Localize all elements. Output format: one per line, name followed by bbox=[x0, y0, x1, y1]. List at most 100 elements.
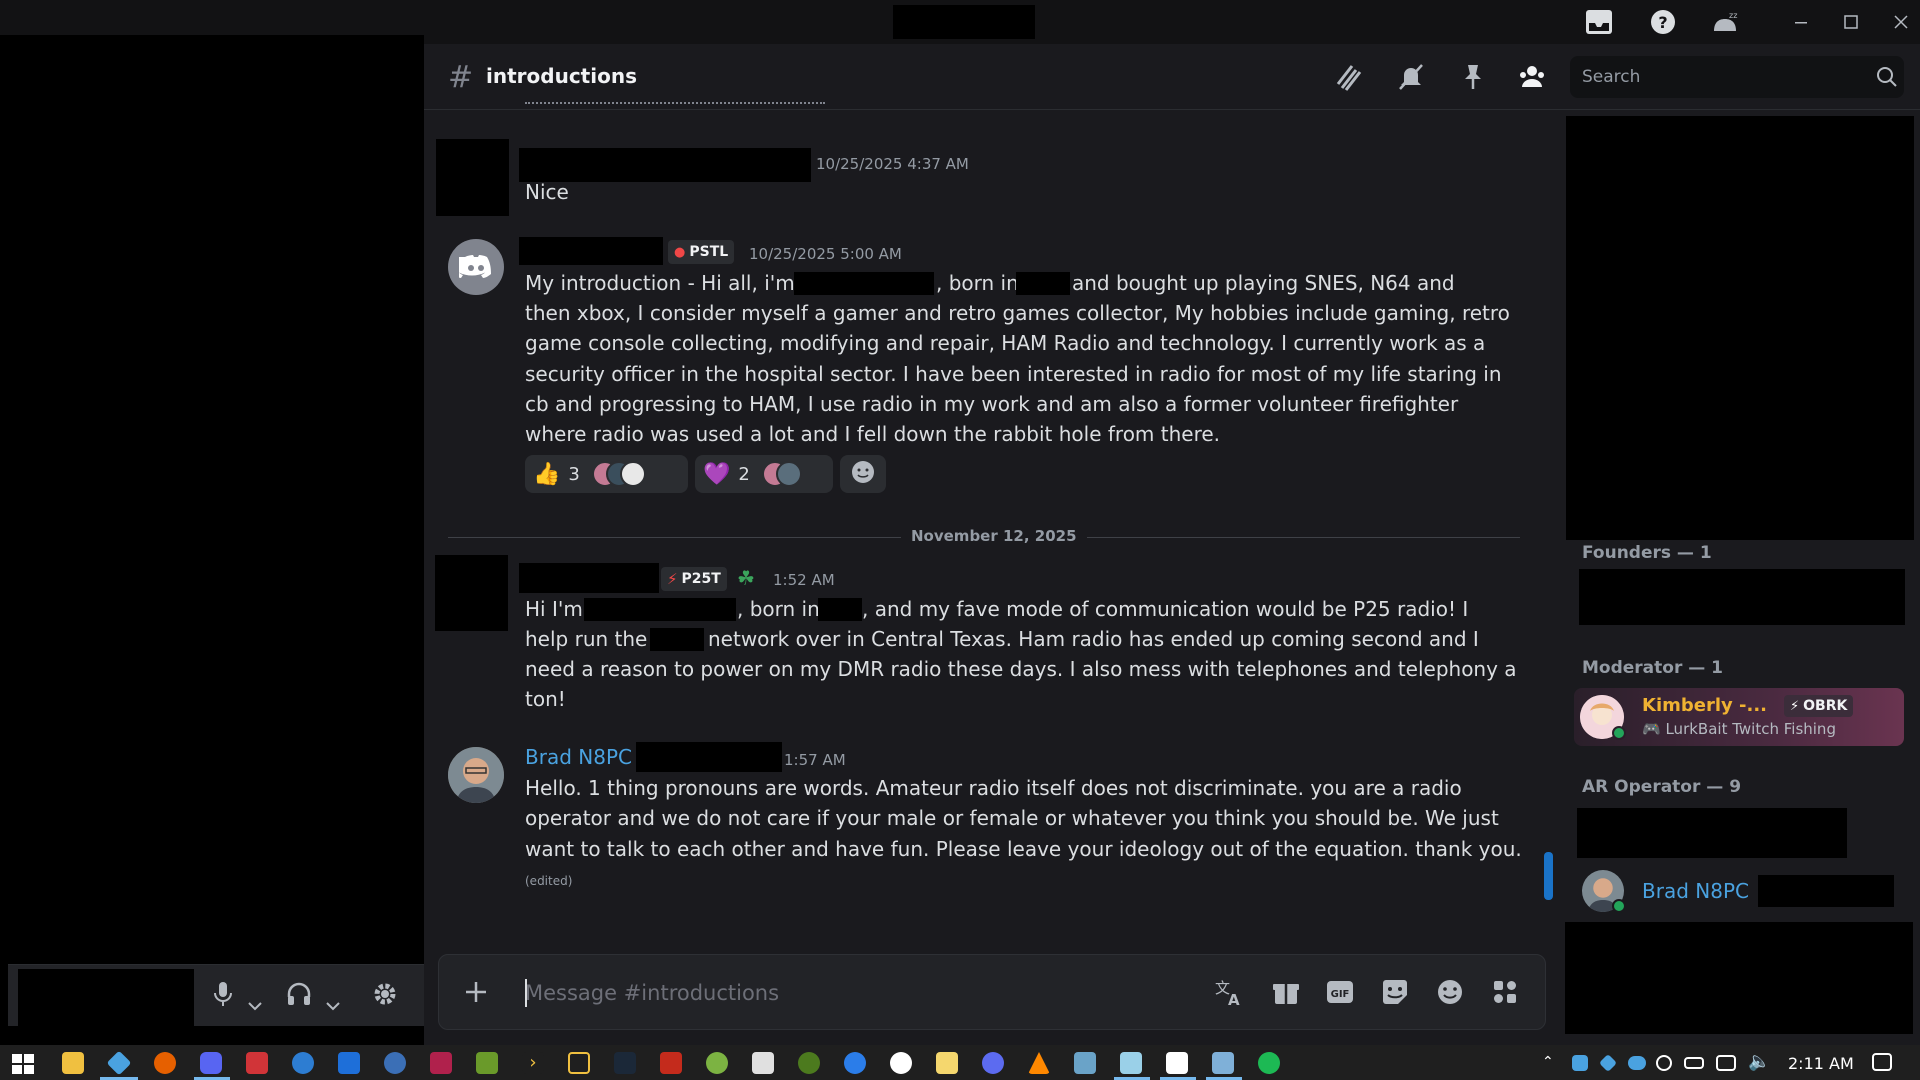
qbittorrent-icon[interactable] bbox=[384, 1052, 406, 1074]
onedrive-icon[interactable] bbox=[1628, 1056, 1646, 1070]
member-redacted[interactable] bbox=[1579, 569, 1905, 625]
purple-heart-icon: 💜 bbox=[703, 461, 731, 487]
message-line: then xbox, I consider myself a gamer and… bbox=[525, 301, 1510, 325]
gamepad-icon: 🎮 bbox=[1642, 720, 1661, 738]
member-list-icon[interactable] bbox=[1517, 62, 1547, 92]
location-redacted bbox=[1016, 272, 1070, 295]
app-icon-blue-round[interactable] bbox=[292, 1052, 314, 1074]
online-status-icon bbox=[1612, 726, 1626, 740]
mic-chevron-down-icon[interactable] bbox=[248, 989, 262, 1017]
close-icon[interactable] bbox=[1886, 8, 1916, 36]
user-avatar[interactable] bbox=[448, 747, 504, 803]
threads-icon[interactable] bbox=[1334, 62, 1364, 92]
settings-gear-icon[interactable] bbox=[372, 981, 398, 1013]
scrollbar-thumb[interactable] bbox=[1544, 852, 1553, 900]
app-icon-green[interactable] bbox=[476, 1052, 498, 1074]
app-icon-crimson[interactable] bbox=[430, 1052, 452, 1074]
reaction-purple-heart[interactable]: 💜 2 bbox=[695, 455, 833, 493]
terminal-chevron-icon[interactable]: › bbox=[522, 1052, 544, 1074]
app-icon-red[interactable] bbox=[246, 1052, 268, 1074]
discord-default-avatar-icon[interactable] bbox=[448, 239, 504, 295]
vpn-app-icon[interactable] bbox=[106, 1050, 132, 1076]
member-redacted[interactable] bbox=[1577, 808, 1847, 858]
guild-tag-badge[interactable]: ⚡ P25T bbox=[661, 567, 727, 591]
emoji-icon[interactable] bbox=[1433, 975, 1467, 1009]
message-line: cb and progressing to HAM, I use radio i… bbox=[525, 392, 1459, 416]
app-icon-lime[interactable] bbox=[706, 1052, 728, 1074]
message-input[interactable] bbox=[525, 977, 1125, 1009]
member-guild-tag-label: OBRK bbox=[1803, 698, 1848, 714]
reaction-thumbs-up[interactable]: 👍 3 bbox=[525, 455, 688, 493]
app-icon-indigo[interactable] bbox=[982, 1052, 1004, 1074]
quests-icon[interactable]: zz bbox=[1710, 8, 1740, 36]
svg-text:A: A bbox=[1228, 991, 1240, 1009]
windows-taskbar: › ⌃ 🔈 2:11 AM bbox=[0, 1045, 1920, 1080]
add-reaction-button[interactable] bbox=[840, 455, 886, 493]
tray-app-icon[interactable] bbox=[1572, 1055, 1588, 1071]
tray-chevron-up-icon[interactable]: ⌃ bbox=[1542, 1054, 1554, 1070]
app-icon-blue[interactable] bbox=[338, 1052, 360, 1074]
apps-icon[interactable] bbox=[1488, 975, 1522, 1009]
guild-tag-badge[interactable]: ● PSTL bbox=[668, 240, 735, 264]
app-icon-meta[interactable] bbox=[660, 1052, 682, 1074]
headphones-icon[interactable] bbox=[286, 981, 312, 1013]
app-icon-xbox[interactable] bbox=[798, 1052, 820, 1074]
date-divider-label: November 12, 2025 bbox=[901, 527, 1087, 545]
tray-sync-icon[interactable] bbox=[1656, 1055, 1672, 1071]
author-redacted[interactable] bbox=[519, 563, 659, 593]
scrollbar-track[interactable] bbox=[1543, 110, 1553, 950]
firefox-icon[interactable] bbox=[154, 1052, 176, 1074]
notification-muted-icon[interactable] bbox=[1396, 62, 1426, 92]
author-redacted[interactable] bbox=[519, 237, 663, 265]
message-line: game console collecting, modifying and r… bbox=[525, 331, 1486, 355]
clover-badge-icon[interactable]: ☘ bbox=[737, 566, 755, 590]
message-timestamp: 10/25/2025 4:37 AM bbox=[816, 155, 969, 173]
app-icon-circle-blue[interactable] bbox=[844, 1052, 866, 1074]
role-header-founders: Founders — 1 bbox=[1582, 543, 1712, 563]
avatar-redacted[interactable] bbox=[436, 139, 509, 216]
author-name[interactable]: Brad N8PC bbox=[525, 745, 632, 769]
message-line: Hello. 1 thing pronouns are words. Amate… bbox=[525, 776, 1462, 800]
message-line: security officer in the hospital sector.… bbox=[525, 362, 1502, 386]
microphone-icon[interactable] bbox=[212, 981, 234, 1013]
guild-tag-label: P25T bbox=[681, 571, 721, 587]
pin-icon[interactable] bbox=[1457, 62, 1487, 92]
file-explorer-icon[interactable] bbox=[62, 1052, 84, 1074]
maximize-icon[interactable] bbox=[1836, 8, 1866, 36]
app-icon-white[interactable] bbox=[752, 1052, 774, 1074]
search-box[interactable] bbox=[1570, 56, 1904, 98]
taskbar-clock[interactable]: 2:11 AM bbox=[1788, 1054, 1854, 1073]
help-icon[interactable]: ? bbox=[1648, 8, 1678, 36]
vlc-icon[interactable] bbox=[1028, 1052, 1050, 1074]
member-item-moderator[interactable]: Kimberly -... ⚡ OBRK 🎮 LurkBait Twitch F… bbox=[1574, 688, 1904, 746]
inbox-icon[interactable] bbox=[1584, 8, 1614, 36]
tray-vpn-icon[interactable] bbox=[1598, 1053, 1618, 1073]
translate-icon[interactable]: 文A bbox=[1213, 975, 1247, 1009]
avatar-redacted[interactable] bbox=[435, 555, 508, 631]
sticker-icon[interactable] bbox=[1378, 975, 1412, 1009]
gif-icon[interactable]: GIF bbox=[1323, 975, 1357, 1009]
member-item-operator[interactable]: Brad N8PC bbox=[1580, 866, 1910, 918]
app-icon-steel[interactable] bbox=[1074, 1052, 1096, 1074]
spotify-icon[interactable] bbox=[1258, 1052, 1280, 1074]
notification-center-icon[interactable] bbox=[1872, 1053, 1892, 1071]
reaction-count: 2 bbox=[738, 463, 750, 485]
add-attachment-icon[interactable] bbox=[459, 975, 493, 1009]
app-icon-picture[interactable] bbox=[1212, 1052, 1234, 1074]
battery-icon[interactable] bbox=[1684, 1057, 1704, 1069]
app-icon-outline[interactable] bbox=[568, 1052, 590, 1074]
minimize-icon[interactable] bbox=[1786, 8, 1816, 36]
steam-icon[interactable] bbox=[614, 1052, 636, 1074]
audio-chevron-down-icon[interactable] bbox=[326, 989, 340, 1017]
app-icon-clock[interactable] bbox=[890, 1052, 912, 1074]
volume-icon[interactable]: 🔈 bbox=[1748, 1051, 1770, 1072]
message-line: , born in bbox=[936, 271, 1019, 295]
gift-icon[interactable] bbox=[1269, 975, 1303, 1009]
windows-start-icon[interactable] bbox=[12, 1054, 34, 1078]
app-icon-notes[interactable] bbox=[936, 1052, 958, 1074]
network-icon[interactable] bbox=[1716, 1055, 1736, 1071]
search-input[interactable] bbox=[1582, 64, 1862, 90]
discord-taskbar-icon[interactable] bbox=[200, 1052, 222, 1074]
app-icon-light-blue[interactable] bbox=[1120, 1052, 1142, 1074]
app-icon-trident[interactable] bbox=[1166, 1052, 1188, 1074]
